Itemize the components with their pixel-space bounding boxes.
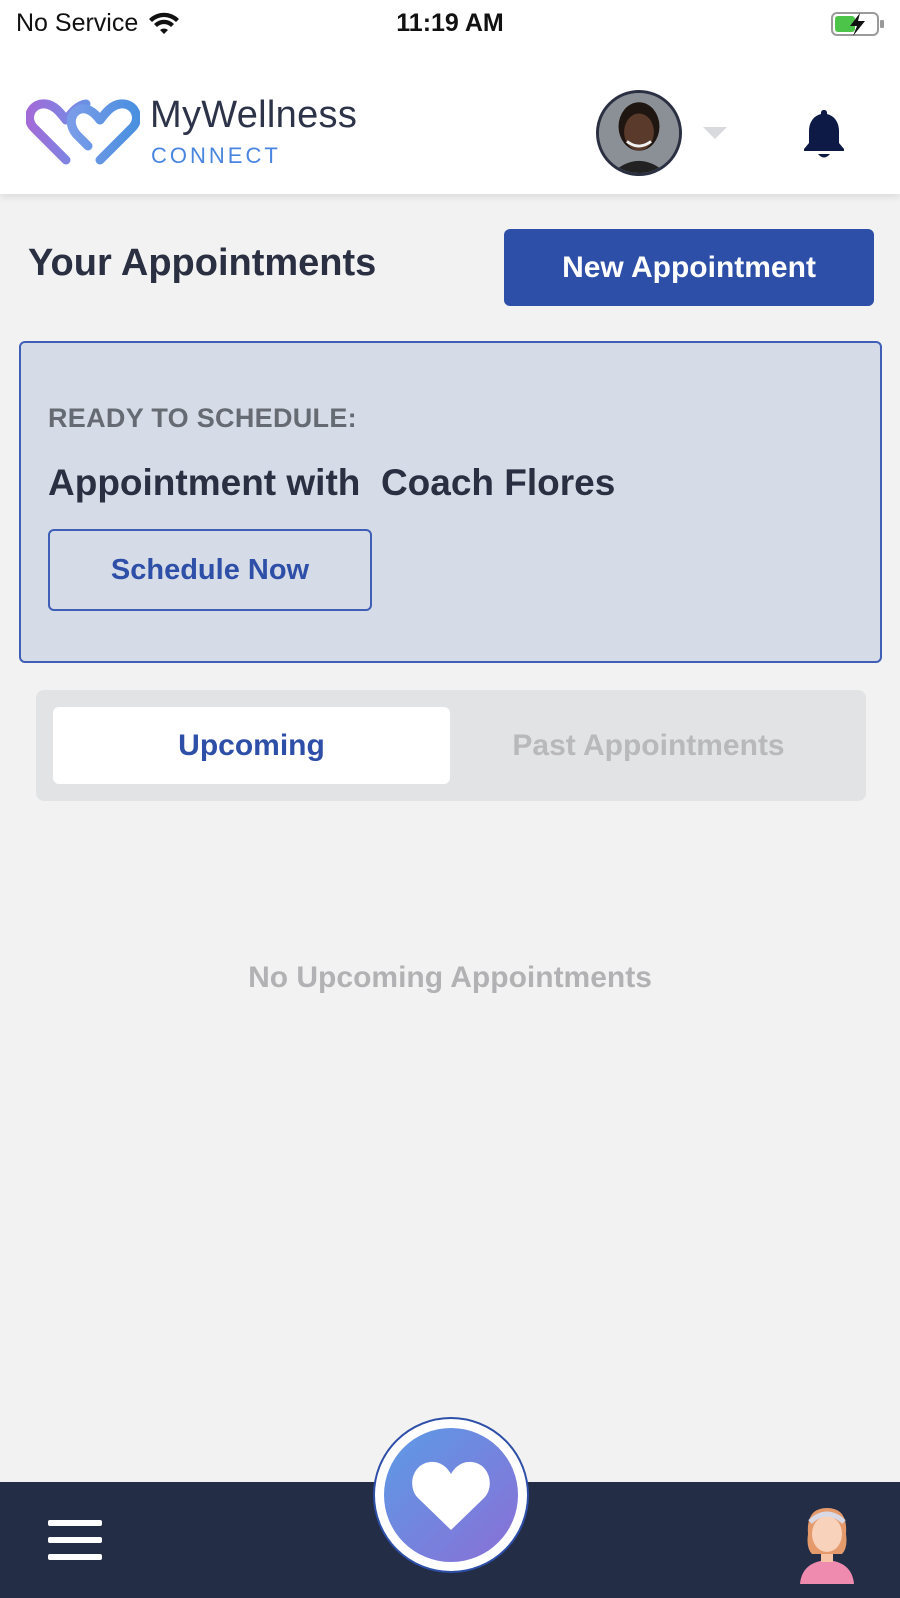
status-time: 11:19 AM (396, 9, 504, 37)
new-appointment-button[interactable]: New Appointment (504, 229, 874, 306)
logo-hearts-icon (26, 99, 140, 165)
page-title: Your Appointments (28, 242, 377, 284)
heart-button-inner (384, 1428, 518, 1562)
appointment-title: Appointment with Coach Flores (48, 462, 616, 503)
empty-state-message: No Upcoming Appointments (248, 961, 652, 994)
bell-icon[interactable] (800, 106, 848, 162)
schedule-now-button[interactable]: Schedule Now (48, 529, 372, 611)
user-avatar-icon (599, 93, 679, 173)
menu-icon[interactable] (48, 1520, 102, 1564)
heart-action-button[interactable] (373, 1417, 529, 1573)
logo-name: MyWellness (150, 94, 358, 136)
logo-subtitle: CONNECT (151, 143, 281, 168)
app-header: MyWellness CONNECT (0, 50, 900, 194)
tab-upcoming[interactable]: Upcoming (53, 707, 450, 784)
battery-charging-icon (831, 12, 884, 36)
heart-icon (412, 1461, 490, 1530)
ready-to-schedule-card: READY TO SCHEDULE: Appointment with Coac… (19, 341, 882, 663)
avatar[interactable] (596, 90, 682, 176)
chevron-down-icon[interactable] (703, 127, 727, 139)
appointment-tabs: Upcoming Past Appointments (36, 690, 866, 801)
tab-past-appointments[interactable]: Past Appointments (450, 707, 847, 784)
ready-to-schedule-label: READY TO SCHEDULE: (48, 403, 357, 433)
profile-icon[interactable] (796, 1500, 858, 1584)
status-bar: No Service 11:19 AM (0, 0, 900, 50)
